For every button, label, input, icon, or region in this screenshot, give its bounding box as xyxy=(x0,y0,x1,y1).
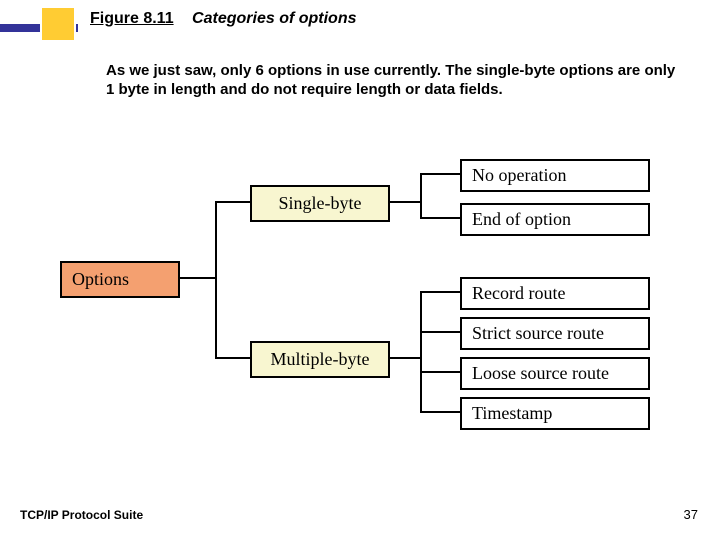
box-record-route: Record route xyxy=(460,277,650,310)
header-accent-square xyxy=(40,6,76,42)
connector-line xyxy=(215,201,250,203)
box-options: Options xyxy=(60,261,180,298)
connector-line xyxy=(420,173,460,175)
connector-line xyxy=(420,173,422,219)
connector-line xyxy=(390,201,420,203)
options-diagram: Options Single-byte Multiple-byte No ope… xyxy=(60,155,660,445)
box-end-of-option: End of option xyxy=(460,203,650,236)
box-loose-source-route: Loose source route xyxy=(460,357,650,390)
connector-line xyxy=(420,291,460,293)
connector-line xyxy=(420,331,460,333)
box-single-byte: Single-byte xyxy=(250,185,390,222)
figure-title: Figure 8.11 Categories of options xyxy=(90,10,357,28)
footer-text: TCP/IP Protocol Suite xyxy=(20,508,143,522)
connector-line xyxy=(420,371,460,373)
connector-line xyxy=(215,357,250,359)
box-multiple-byte: Multiple-byte xyxy=(250,341,390,378)
box-strict-source-route: Strict source route xyxy=(460,317,650,350)
connector-line xyxy=(420,291,422,413)
page-number: 37 xyxy=(684,507,698,522)
body-paragraph: As we just saw, only 6 options in use cu… xyxy=(106,62,676,100)
box-timestamp: Timestamp xyxy=(460,397,650,430)
connector-line xyxy=(420,217,460,219)
figure-caption: Categories of options xyxy=(192,10,356,27)
figure-label: Figure 8.11 xyxy=(90,10,174,27)
connector-line xyxy=(420,411,460,413)
box-no-operation: No operation xyxy=(460,159,650,192)
connector-line xyxy=(215,201,217,359)
connector-line xyxy=(180,277,215,279)
connector-line xyxy=(390,357,420,359)
